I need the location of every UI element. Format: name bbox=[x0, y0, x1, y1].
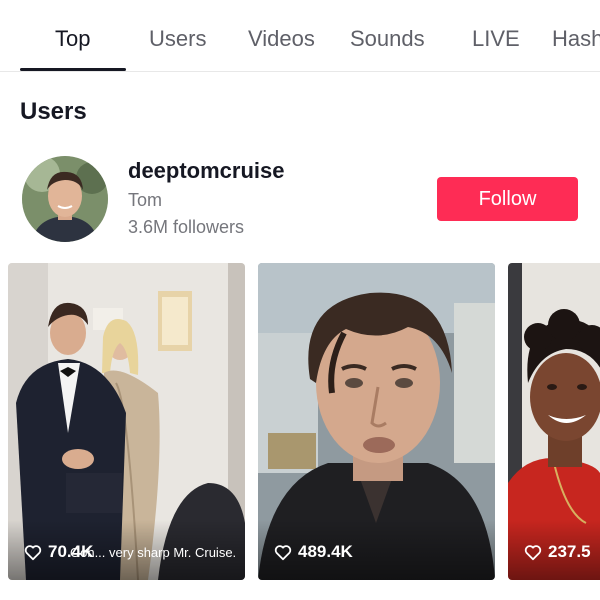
like-count-row: 237.5 bbox=[524, 542, 591, 562]
tab-videos[interactable]: Videos bbox=[248, 26, 315, 52]
video-card[interactable]: 237.5 bbox=[508, 263, 600, 580]
tab-sounds[interactable]: Sounds bbox=[350, 26, 425, 52]
avatar-image bbox=[22, 156, 108, 242]
video-card[interactable]: 489.4K bbox=[258, 263, 495, 580]
user-username[interactable]: deeptomcruise bbox=[128, 158, 285, 184]
heart-icon bbox=[24, 544, 42, 560]
heart-icon bbox=[524, 544, 542, 560]
like-count: 489.4K bbox=[298, 542, 353, 561]
tab-live[interactable]: LIVE bbox=[472, 26, 520, 52]
tab-users[interactable]: Users bbox=[149, 26, 206, 52]
user-follower-count: 3.6M followers bbox=[128, 217, 245, 237]
like-count: 237.5 bbox=[548, 542, 591, 561]
search-tabs: Top Users Videos Sounds LIVE Hash bbox=[0, 0, 600, 72]
user-nickname: Tom bbox=[128, 190, 163, 210]
section-title: Users bbox=[20, 98, 87, 125]
avatar[interactable] bbox=[22, 156, 108, 242]
video-card[interactable]: Ooh... very sharp Mr. Cruise. 70.4K bbox=[8, 263, 245, 580]
tab-top[interactable]: Top bbox=[55, 26, 90, 52]
like-count-row: 70.4K bbox=[24, 542, 93, 562]
like-count-row: 489.4K bbox=[274, 542, 353, 562]
like-count: 70.4K bbox=[48, 542, 94, 561]
follow-button[interactable]: Follow bbox=[437, 177, 578, 221]
active-tab-indicator bbox=[20, 68, 126, 71]
tab-hashtags[interactable]: Hash bbox=[552, 26, 600, 52]
heart-icon bbox=[274, 544, 292, 560]
video-caption: Ooh... very sharp Mr. Cruise. bbox=[70, 545, 237, 560]
